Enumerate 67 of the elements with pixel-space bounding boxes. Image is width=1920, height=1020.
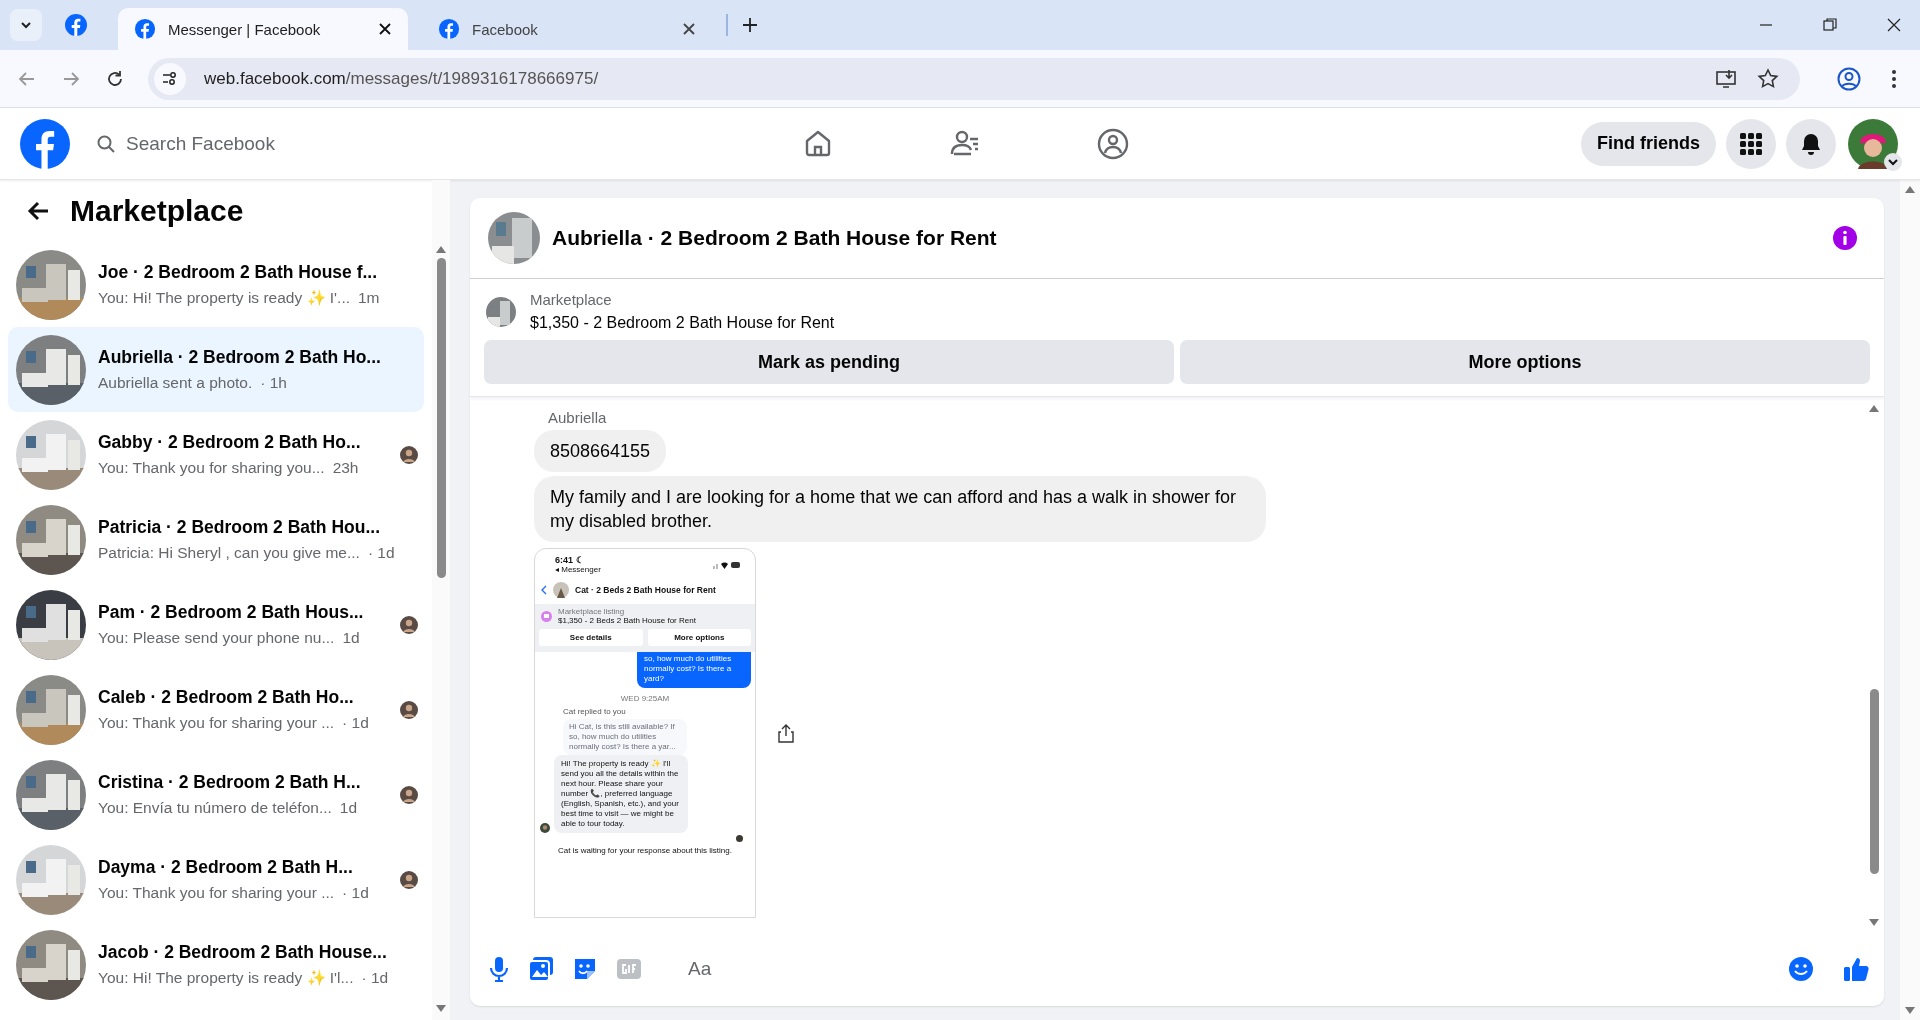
conversation-item[interactable]: Cristina · 2 Bedroom 2 Bath H... You: Envía tu número de teléfon... 1d <box>8 752 424 837</box>
reply-note: Cat replied to you <box>562 707 627 716</box>
message-preview: You: Thank you for sharing you... <box>98 459 325 477</box>
sender-name: Aubriella <box>547 409 607 426</box>
status-time: 6:41 ☾ <box>555 555 585 565</box>
timestamp: 1d <box>339 799 358 817</box>
tab-title: Messenger | Facebook <box>168 20 322 38</box>
conversation-title: Gabby · 2 Bedroom 2 Bath Ho... <box>98 432 362 453</box>
timestamp: · 1d <box>342 884 369 902</box>
quoted-bubble: Hi Cat, is this still available? If so, how much do utilities normally cost? Is there a yar... <box>563 719 687 755</box>
timestamp: · 1d <box>342 714 369 732</box>
search-field[interactable]: Search Facebook <box>80 118 430 169</box>
conversation-title: Dayma · 2 Bedroom 2 Bath H... <box>98 857 354 878</box>
browser-tab[interactable]: Facebook <box>422 8 712 50</box>
message-preview: You: Hi! The property is ready ✨ I'l... <box>98 969 354 987</box>
timestamp: WED 9:25AM <box>620 694 670 703</box>
url-text: web.facebook.com/messages/t/1989316178666975/ <box>204 68 599 89</box>
message-bubble: My family and I are looking for a home that we can afford and has a walk in shower for my disabled brother. <box>534 476 1266 542</box>
listing-label: Marketplace listing <box>558 607 626 616</box>
timestamp: · 1d <box>361 969 389 987</box>
conversation-title: Aubriella · 2 Bedroom 2 Bath Ho... <box>98 347 382 368</box>
find-friends-button[interactable]: Find friends <box>1581 121 1716 166</box>
incoming-bubble: Hi! The property is ready ✨ I'll send you all the details within the next hour. Please share your number 📞, preferred language (English, Spanish, etc.), and your best time to visit — we might be able to tour today. <box>554 755 688 833</box>
listing-title: $1,350 - 2 Bedroom 2 Bath House for Rent <box>530 314 835 332</box>
action-button[interactable]: More options <box>1180 340 1870 384</box>
address-bar[interactable]: web.facebook.com/messages/t/1989316178666975/ <box>148 57 1800 100</box>
timestamp: · 1d <box>367 544 395 562</box>
conversation-item[interactable]: Gabby · 2 Bedroom 2 Bath Ho... You: Thank you for sharing you... 23h <box>8 412 424 497</box>
message-preview: You: Thank you for sharing your ... <box>98 884 335 902</box>
conversation-item[interactable]: Dayma · 2 Bedroom 2 Bath H... You: Thank you for sharing your ... · 1d <box>8 837 424 922</box>
conversation-item[interactable]: Joe · 2 Bedroom 2 Bath House f... You: Hi! The property is ready ✨ I'... 1m <box>8 242 424 327</box>
screenshot-button: More options <box>647 629 751 646</box>
conversation-title: Patricia · 2 Bedroom 2 Bath Hou... <box>98 517 381 538</box>
conversation-title: Caleb · 2 Bedroom 2 Bath Ho... <box>98 687 355 708</box>
message-preview: Patricia: Hi Sheryl , can you give me... <box>98 544 360 562</box>
screenshot-button: See details <box>539 629 643 646</box>
message-preview: You: Please send your phone nu... <box>98 629 335 647</box>
back-link: ◂ Messenger <box>555 565 601 574</box>
conversation-title: Cristina · 2 Bedroom 2 Bath H... <box>98 772 362 793</box>
message-preview: Aubriella sent a photo. <box>98 374 253 392</box>
conversation-item[interactable]: Patricia · 2 Bedroom 2 Bath Hou... Patricia: Hi Sheryl , can you give me... · 1d <box>8 497 424 582</box>
screenshot-title: Cat · 2 Beds 2 Bath House for Rent <box>575 585 716 595</box>
conversation-title: Pam · 2 Bedroom 2 Bath Hous... <box>98 602 365 623</box>
message-preview: You: Hi! The property is ready ✨ I'... <box>98 289 350 307</box>
message-field[interactable]: Aa <box>664 947 1824 991</box>
outgoing-bubble: so, how much do utilities normally cost? Is there a yard? <box>637 652 751 688</box>
timestamp: 1d <box>342 629 360 647</box>
conversation-item[interactable]: Jacob · 2 Bedroom 2 Bath House... You: Hi! The property is ready ✨ I'l... · 1d <box>8 922 424 1007</box>
action-button[interactable]: Mark as pending <box>484 340 1174 384</box>
sidebar-title: Marketplace <box>70 194 244 228</box>
message-preview: You: Envía tu número de teléfon... <box>98 799 332 817</box>
timestamp: 1m <box>358 289 380 307</box>
conversation-item[interactable]: Caleb · 2 Bedroom 2 Bath Ho... You: Thank you for sharing your ... · 1d <box>8 667 424 752</box>
message-bubble: 8508664155 <box>534 430 667 472</box>
footer-text: Cat is waiting for your response about this listing. <box>557 846 733 855</box>
chat-title: Aubriella · 2 Bedroom 2 Bath House for Rent <box>552 226 997 250</box>
listing-title: $1,350 - 2 Beds 2 Bath House for Rent <box>558 616 696 625</box>
conversation-item[interactable]: Pam · 2 Bedroom 2 Bath Hous... You: Please send your phone nu... 1d <box>8 582 424 667</box>
message-preview: You: Thank you for sharing your ... <box>98 714 335 732</box>
browser-tab[interactable]: Messenger | Facebook <box>118 8 408 50</box>
timestamp: 23h <box>332 459 359 477</box>
listing-label: Marketplace <box>530 291 613 308</box>
timestamp: · 1h <box>260 374 287 392</box>
tab-title: Facebook <box>472 20 539 38</box>
conversation-title: Joe · 2 Bedroom 2 Bath House f... <box>98 262 379 283</box>
conversation-title: Jacob · 2 Bedroom 2 Bath House... <box>98 942 388 963</box>
conversation-item[interactable]: Aubriella · 2 Bedroom 2 Bath Ho... Aubriella sent a photo. · 1h <box>8 327 424 412</box>
